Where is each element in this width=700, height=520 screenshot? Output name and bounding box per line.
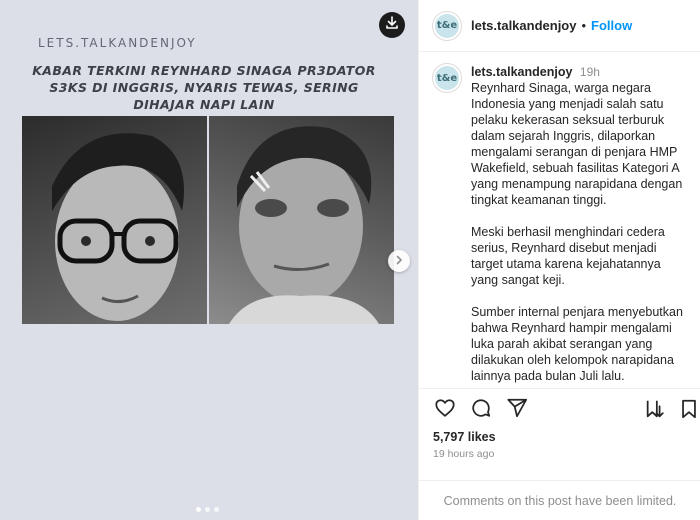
brand-watermark: LETS.TALKANDENJOY [38,36,197,50]
carousel-dot [214,507,219,512]
header-separator: • [581,18,587,33]
download-icon [385,15,399,35]
save-to-collection-icon [644,398,666,425]
bookmark-button[interactable] [677,399,700,423]
caption-time: 19h [579,65,600,79]
follow-button[interactable]: Follow [591,18,632,33]
caption-username[interactable]: lets.talkandenjoy [471,65,572,79]
carousel-next-button[interactable] [388,250,410,272]
carousel-dot [205,507,210,512]
carousel-indicator [196,507,219,512]
post-header: t&e lets.talkandenjoy • Follow [419,0,700,52]
portrait-photo-left [22,116,207,324]
caption-paragraph: Meski berhasil menghindari cedera serius… [471,225,669,287]
save-to-collection-button[interactable] [643,399,667,423]
likes-count[interactable]: 5,797 likes [433,430,496,444]
caption-section: t&e lets.talkandenjoy 19h Reynhard Sinag… [419,52,700,388]
bookmark-icon [678,398,700,425]
caption-body: lets.talkandenjoy 19h Reynhard Sinaga, w… [471,64,685,388]
caption-header: lets.talkandenjoy 19h [471,64,685,80]
download-button[interactable] [379,12,405,38]
share-button[interactable] [505,397,529,424]
post-detail-panel: t&e lets.talkandenjoy • Follow t&e lets.… [418,0,700,520]
like-button[interactable] [433,399,457,423]
caption-avatar[interactable]: t&e [433,64,461,92]
caption-paragraph: Sumber internal penjara menyebutkan bahw… [471,305,687,383]
heart-icon [434,397,456,424]
comment-icon [470,397,492,424]
header-username[interactable]: lets.talkandenjoy [471,18,576,33]
post-timestamp: 19 hours ago [433,448,495,460]
paper-plane-icon [506,397,528,424]
avatar[interactable]: t&e [433,11,461,40]
chevron-right-icon [394,252,404,270]
carousel-dot [196,507,201,512]
comments-limited-notice: Comments on this post have been limited. [419,480,700,520]
portrait-photo-right [209,116,394,324]
caption-paragraph: Reynhard Sinaga, warga negara Indonesia … [471,81,686,207]
action-bar [419,388,700,432]
post-headline: KABAR TERKINI REYNHARD SINAGA PR3DATOR S… [32,63,376,112]
comment-button[interactable] [469,399,493,423]
post-media: LETS.TALKANDENJOY KABAR TERKINI REYNHARD… [0,0,418,520]
